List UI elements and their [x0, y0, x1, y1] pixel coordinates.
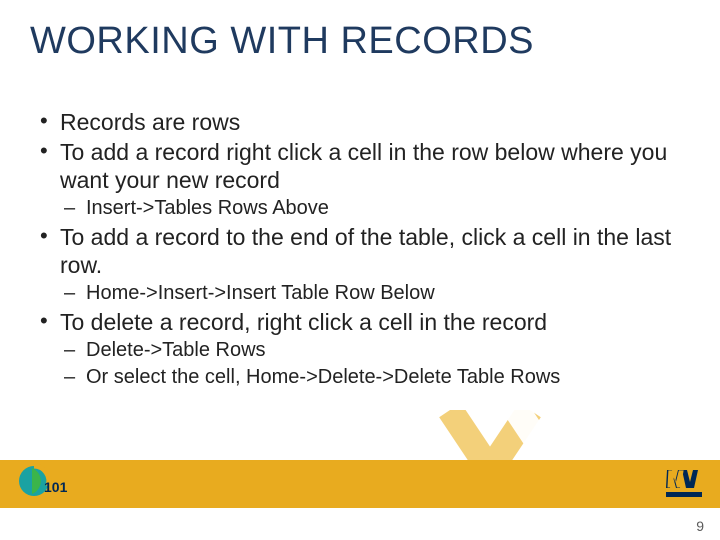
bullet-level1: To add a record to the end of the table,… [34, 223, 684, 279]
slide-content: Records are rows To add a record right c… [34, 108, 684, 392]
bullet-level1: To add a record right click a cell in th… [34, 138, 684, 194]
bullet-level1: To delete a record, right click a cell i… [34, 308, 684, 336]
page-number: 9 [696, 518, 704, 534]
footer-bar [0, 460, 720, 508]
bullet-level2: Home->Insert->Insert Table Row Below [34, 281, 684, 306]
slide-title: WORKING WITH RECORDS [30, 20, 534, 63]
slide: WORKING WITH RECORDS Records are rows To… [0, 0, 720, 540]
svg-text:101: 101 [44, 479, 68, 495]
bullet-level1: Records are rows [34, 108, 684, 136]
bullet-level2: Delete->Table Rows [34, 338, 684, 363]
bullet-level2: Or select the cell, Home->Delete->Delete… [34, 365, 684, 390]
bullet-level2: Insert->Tables Rows Above [34, 196, 684, 221]
wvu-logo-icon [666, 468, 702, 498]
course-101-logo-icon: 101 [18, 462, 72, 500]
